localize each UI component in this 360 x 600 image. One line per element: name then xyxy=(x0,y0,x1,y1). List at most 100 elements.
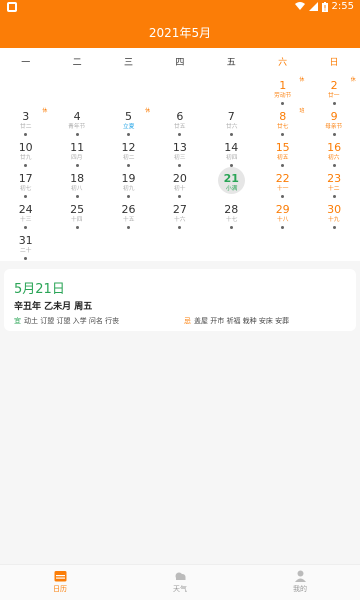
yi-row: 宜动土 订盟 订盟 入学 问名 行丧 xyxy=(14,316,119,326)
day-cell[interactable]: 30 十九 xyxy=(308,198,359,229)
lunar-label: 十七 xyxy=(225,216,237,223)
day-cell[interactable]: 5 立夏休 xyxy=(103,105,154,136)
day-number: 10 xyxy=(18,141,33,154)
lunar-label: 立夏 xyxy=(122,123,135,130)
lunar-label: 四月 xyxy=(71,154,83,161)
event-dot xyxy=(75,226,79,229)
day-cell[interactable]: 7 廿六 xyxy=(206,105,257,136)
day-cell[interactable]: 21 小满 xyxy=(206,167,257,198)
event-dot xyxy=(281,226,285,229)
day-cell[interactable]: 20 初十 xyxy=(154,167,205,198)
lunar-label: 十六 xyxy=(174,216,186,223)
day-number: 22 xyxy=(275,172,290,185)
day-cell[interactable]: 14 初四 xyxy=(206,136,257,167)
lunar-label: 十八 xyxy=(276,216,289,223)
lunar-label: 十九 xyxy=(328,216,340,223)
day-cell[interactable]: 22 十一 xyxy=(257,167,308,198)
status-bar: 2:55 xyxy=(0,0,360,16)
ji-label: 忌 xyxy=(184,317,191,325)
tab-weather[interactable]: 天气 xyxy=(120,565,240,600)
day-cell[interactable]: 2 廿一休 xyxy=(308,74,359,105)
lunar-label: 初六 xyxy=(328,154,340,161)
day-cell[interactable]: 15 初五 xyxy=(257,136,308,167)
day-cell[interactable]: 3 廿二休 xyxy=(0,105,51,136)
day-number: 12 xyxy=(121,141,136,154)
day-number: 26 xyxy=(121,203,136,216)
lunar-label: 廿七 xyxy=(276,123,289,130)
day-cell[interactable]: 29 十八 xyxy=(257,198,308,229)
day-number: 30 xyxy=(327,203,342,216)
ji-row: 忌盖屋 开市 祈福 栽种 安床 安葬 xyxy=(184,316,289,326)
lunar-label: 初九 xyxy=(122,185,135,192)
day-cell[interactable]: 19 初九 xyxy=(103,167,154,198)
month-title: 2021年5月 xyxy=(148,25,212,40)
day-cell[interactable]: 27 十六 xyxy=(154,198,205,229)
ganzhi-text: 辛丑年 乙未月 周五 xyxy=(14,302,93,312)
day-number: 19 xyxy=(121,172,136,185)
holiday-mark: 休 xyxy=(350,77,356,83)
yi-text: 动土 订盟 订盟 入学 问名 行丧 xyxy=(24,317,120,325)
day-number: 13 xyxy=(172,141,187,154)
holiday-mark: 班 xyxy=(299,108,305,114)
event-dot xyxy=(178,226,182,229)
lunar-label: 廿五 xyxy=(174,123,186,130)
tab-label: 我的 xyxy=(293,585,307,593)
day-cell[interactable]: 16 初六 xyxy=(308,136,359,167)
weekday-label: 三 xyxy=(123,57,133,68)
lunar-label: 劳动节 xyxy=(274,92,292,99)
weekday-label: 五 xyxy=(226,57,236,68)
day-cell[interactable]: 13 初三 xyxy=(154,136,205,167)
day-cell[interactable]: 6 廿五 xyxy=(154,105,205,136)
day-cell[interactable]: 1 劳动节休 xyxy=(257,74,308,105)
tab-calendar[interactable]: 日历 xyxy=(0,565,120,600)
day-cell[interactable]: 12 初二 xyxy=(103,136,154,167)
day-cell[interactable]: 17 初七 xyxy=(0,167,51,198)
event-dot xyxy=(229,226,233,229)
lunar-label: 母亲节 xyxy=(325,123,343,130)
day-number: 11 xyxy=(70,141,85,154)
event-dot xyxy=(126,226,130,229)
day-cell[interactable]: 4 青年节 xyxy=(51,105,102,136)
weekday-label: 四 xyxy=(175,57,185,68)
day-number: 17 xyxy=(18,172,33,185)
day-cell[interactable]: 23 十二 xyxy=(308,167,359,198)
lunar-label: 十一 xyxy=(276,185,289,192)
lunar-label: 小满 xyxy=(225,185,237,192)
day-cell[interactable]: 26 十五 xyxy=(103,198,154,229)
event-dot xyxy=(24,257,28,260)
lunar-label: 初八 xyxy=(71,185,83,192)
day-cell[interactable]: 31 二十 xyxy=(0,229,51,260)
day-cell[interactable]: 25 十四 xyxy=(51,198,102,229)
lunar-label: 初五 xyxy=(276,154,289,161)
day-cell[interactable]: 9 母亲节 xyxy=(308,105,359,136)
lunar-label: 廿一 xyxy=(328,92,340,99)
day-number: 4 xyxy=(73,110,81,123)
calendar-view: 一 二 三 四 五 六 日 1 劳动节休 2 廿一休 3 廿二休 4 青年节 5 立夏休 6 廿五 7 廿… xyxy=(0,48,360,261)
day-detail-card[interactable]: 5月21日 辛丑年 乙未月 周五 宜动土 订盟 订盟 入学 问名 行丧 忌盖屋 … xyxy=(4,269,356,331)
day-cell[interactable]: 24 十三 xyxy=(0,198,51,229)
app-notification-icon xyxy=(7,2,17,12)
lunar-label: 初四 xyxy=(225,154,237,161)
lunar-label: 初十 xyxy=(174,185,186,192)
month-header[interactable]: 2021年5月 xyxy=(0,16,360,48)
weekday-label: 六 xyxy=(278,57,288,68)
day-cell[interactable]: 8 廿七班 xyxy=(257,105,308,136)
user-icon xyxy=(294,570,306,582)
lunar-label: 初三 xyxy=(174,154,186,161)
event-dot xyxy=(332,226,336,229)
cloud-icon xyxy=(175,572,185,580)
weekday-label: 一 xyxy=(21,57,31,68)
lunar-label: 十四 xyxy=(71,216,83,223)
status-time: 2:55 xyxy=(331,1,354,12)
tab-profile[interactable]: 我的 xyxy=(240,565,360,600)
day-cell[interactable]: 18 初八 xyxy=(51,167,102,198)
lunar-label: 十三 xyxy=(19,216,32,223)
holiday-mark: 休 xyxy=(42,108,48,114)
day-cell[interactable]: 11 四月 xyxy=(51,136,102,167)
yi-label: 宜 xyxy=(14,317,21,325)
weekday-header: 一 二 三 四 五 六 日 xyxy=(0,48,360,74)
lunar-label: 二十 xyxy=(19,247,32,254)
day-cell[interactable]: 28 十七 xyxy=(206,198,257,229)
calendar-icon xyxy=(54,571,66,582)
day-cell[interactable]: 10 廿九 xyxy=(0,136,51,167)
